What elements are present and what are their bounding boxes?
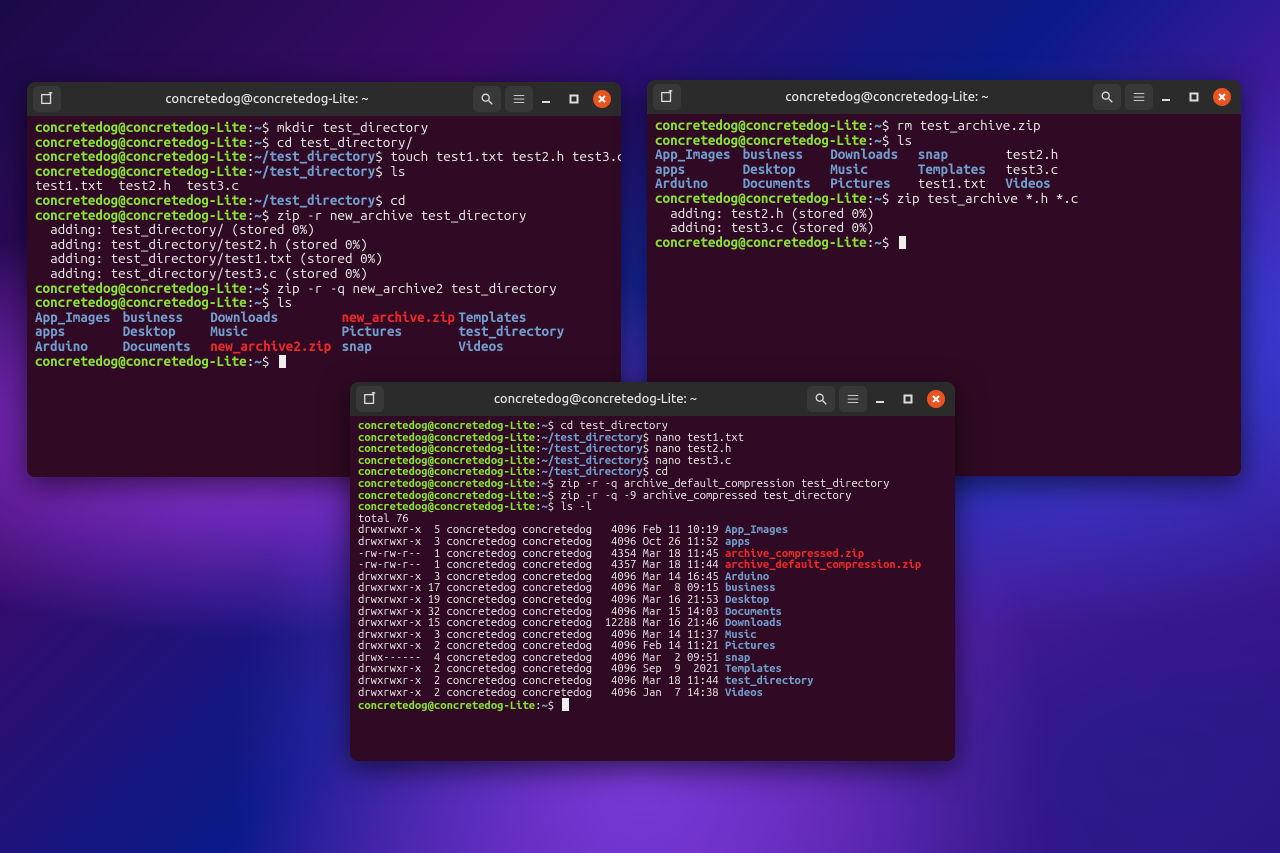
search-button[interactable] [473, 86, 501, 112]
close-button[interactable] [1213, 88, 1231, 106]
new-tab-button[interactable] [356, 386, 384, 412]
titlebar-b[interactable]: concretedog@concretedog-Lite: ~ [647, 80, 1241, 114]
terminal-body-c[interactable]: concretedog@concretedog-Lite:~$ cd test_… [350, 416, 955, 761]
maximize-button[interactable] [899, 390, 917, 408]
search-button[interactable] [807, 386, 835, 412]
new-tab-button[interactable] [33, 86, 61, 112]
minimize-button[interactable] [1157, 88, 1175, 106]
window-title: concretedog@concretedog-Lite: ~ [388, 392, 803, 406]
close-button[interactable] [927, 390, 945, 408]
close-button[interactable] [593, 90, 611, 108]
maximize-button[interactable] [1185, 88, 1203, 106]
minimize-button[interactable] [537, 90, 555, 108]
new-tab-button[interactable] [653, 84, 681, 110]
minimize-button[interactable] [871, 390, 889, 408]
titlebar-a[interactable]: concretedog@concretedog-Lite: ~ [27, 82, 621, 116]
terminal-window-c[interactable]: concretedog@concretedog-Lite: ~ concrete… [350, 382, 955, 761]
window-title: concretedog@concretedog-Lite: ~ [65, 92, 469, 106]
search-button[interactable] [1093, 84, 1121, 110]
hamburger-menu-button[interactable] [1125, 84, 1153, 110]
window-title: concretedog@concretedog-Lite: ~ [685, 90, 1089, 104]
maximize-button[interactable] [565, 90, 583, 108]
titlebar-c[interactable]: concretedog@concretedog-Lite: ~ [350, 382, 955, 416]
hamburger-menu-button[interactable] [505, 86, 533, 112]
hamburger-menu-button[interactable] [839, 386, 867, 412]
